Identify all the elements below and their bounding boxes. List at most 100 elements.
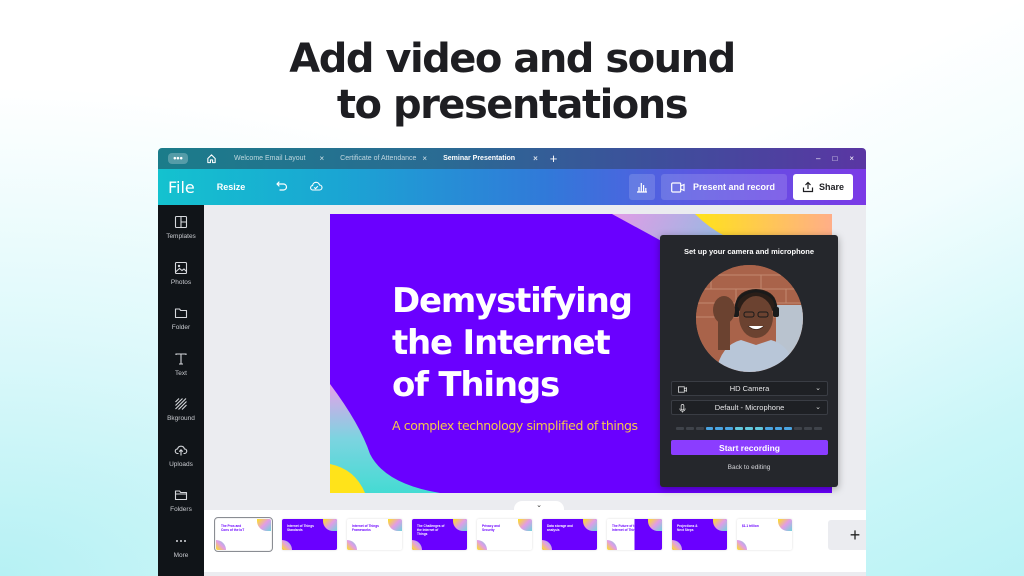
sidebar-item-templates[interactable]: Templates [158, 215, 204, 255]
templates-icon [174, 215, 188, 229]
home-icon [206, 154, 216, 164]
slide-thumbnail[interactable]: The Future of the Internet of Things [607, 519, 662, 550]
undo-button[interactable] [275, 179, 291, 195]
chevron-down-icon: ⌄ [815, 385, 821, 392]
window-controls: – □ × [816, 154, 854, 163]
photos-icon [174, 261, 188, 275]
level-segment [794, 427, 803, 430]
sidebar-item-folder[interactable]: Folder [158, 306, 204, 346]
minimize-button[interactable]: – [816, 154, 820, 163]
tab-certificate-of-attendance[interactable]: Certificate of Attendance × [332, 148, 435, 169]
sidebar-item-text[interactable]: Text [158, 352, 204, 392]
thumbnail-decoration [477, 540, 487, 550]
thumbnail-decoration [542, 540, 552, 550]
level-segment [725, 427, 734, 430]
share-upload-icon [802, 181, 814, 193]
thumbnail-decoration [453, 519, 467, 531]
add-slide-button[interactable]: + [828, 520, 866, 550]
sidebar-item-photos[interactable]: Photos [158, 261, 204, 301]
slide-title-line: Demystifying [392, 281, 633, 321]
slide-thumbnail[interactable]: The Pros and Cons of the IoT [214, 517, 273, 552]
sidebar-item-label: Templates [166, 233, 196, 240]
panel-title: Set up your camera and microphone [683, 247, 815, 256]
microphone-select[interactable]: Default - Microphone ⌄ [671, 400, 828, 415]
slide-title-line: of Things [392, 365, 560, 405]
sidebar-item-label: Uploads [169, 461, 193, 468]
cloud-saved-icon [310, 181, 323, 191]
slide-thumbnail[interactable]: Projections & Next Steps [672, 519, 727, 550]
level-segment [695, 427, 704, 430]
file-menu-button[interactable]: File [168, 178, 195, 197]
tab-welcome-email-layout[interactable]: Welcome Email Layout × [226, 148, 332, 169]
microphone-select-value: Default - Microphone [714, 403, 785, 412]
headline-line-1: Add video and sound [289, 36, 736, 82]
audio-level-meter [676, 427, 822, 430]
menu-button[interactable]: ••• [168, 153, 188, 164]
share-button[interactable]: Share [792, 174, 853, 200]
microphone-icon [679, 404, 686, 413]
slide-title[interactable]: Demystifying the Internet of Things [392, 280, 633, 406]
tab-seminar-presentation[interactable]: Seminar Presentation × [435, 148, 546, 169]
level-segment [735, 427, 744, 430]
camera-setup-panel: Set up your camera and microphone HD Cam… [660, 235, 838, 487]
video-camera-icon [671, 181, 685, 193]
tab-close-icon[interactable]: × [422, 154, 427, 163]
slide-thumbnail[interactable]: Data storage and analysis [542, 519, 597, 550]
home-tab[interactable] [204, 152, 218, 166]
cloud-save-button[interactable] [309, 179, 325, 195]
slide-thumbnail[interactable]: Internet of Things Frameworks [347, 519, 402, 550]
folders-icon [174, 490, 188, 501]
slide-subtitle[interactable]: A complex technology simplified of thing… [392, 418, 638, 433]
thumbnail-decoration [737, 540, 747, 550]
sidebar-item-background[interactable]: Bkground [158, 397, 204, 437]
sidebar-item-more[interactable]: More [158, 534, 204, 574]
tab-bar: ••• Welcome Email Layout × Certificate o… [158, 148, 866, 169]
thumbnail-title: The Future of the Internet of Things [612, 524, 639, 532]
tab-close-icon[interactable]: × [319, 154, 324, 163]
level-segment [745, 427, 753, 430]
thumbnail-decoration [257, 519, 271, 531]
slide-thumbnail[interactable]: $1.1 trillion [737, 519, 792, 550]
thumbnail-decoration [607, 540, 617, 550]
camera-select-value: HD Camera [729, 384, 770, 393]
camera-select[interactable]: HD Camera ⌄ [671, 381, 828, 396]
level-segment [705, 427, 714, 430]
sidebar-item-folders[interactable]: Folders [158, 488, 204, 528]
present-and-record-button[interactable]: Present and record [660, 174, 787, 200]
bottom-bar [204, 572, 866, 576]
person-preview-image [696, 265, 803, 372]
slide-thumbnail[interactable]: Internet of Things Standards [282, 519, 337, 550]
camera-preview [696, 265, 803, 372]
bar-chart-icon [636, 183, 647, 193]
thumbnail-decoration [323, 519, 337, 531]
thumbnail-title: Internet of Things Standards [287, 524, 314, 532]
more-dots-icon: ••• [173, 153, 183, 163]
back-to-editing-link[interactable]: Back to editing [660, 464, 838, 471]
level-segment [715, 427, 724, 430]
more-icon [176, 540, 186, 542]
slide-thumbnail[interactable]: The Challenges of the Internet of Things [412, 519, 467, 550]
chevron-down-icon: ⌄ [815, 404, 821, 411]
folder-icon [174, 308, 188, 319]
headline-line-2: to presentations [336, 82, 689, 128]
sidebar-item-uploads[interactable]: Uploads [158, 443, 204, 483]
thumbnail-decoration [648, 519, 662, 531]
page-headline: Add video and sound to presentations [0, 36, 1024, 128]
maximize-button[interactable]: □ [832, 154, 837, 163]
new-tab-button[interactable]: + [550, 152, 558, 165]
resize-button[interactable]: Resize [217, 182, 246, 192]
thumbnail-decoration [282, 540, 292, 550]
close-window-button[interactable]: × [849, 154, 854, 163]
level-segment [676, 427, 684, 430]
slide-thumbnail[interactable]: Privacy and Security [477, 519, 532, 550]
thumbnail-decoration [713, 519, 727, 531]
start-recording-button[interactable]: Start recording [671, 440, 828, 455]
thumbnail-title: Internet of Things Frameworks [352, 524, 379, 532]
toolbar-actions: Present and record Share [628, 174, 853, 200]
insights-button[interactable] [628, 174, 655, 200]
thumbnail-decoration [518, 519, 532, 531]
tab-close-icon[interactable]: × [533, 154, 538, 163]
sidebar-item-label: Bkground [167, 415, 195, 422]
level-segment [754, 427, 763, 430]
sidebar-item-label: Photos [170, 279, 192, 286]
